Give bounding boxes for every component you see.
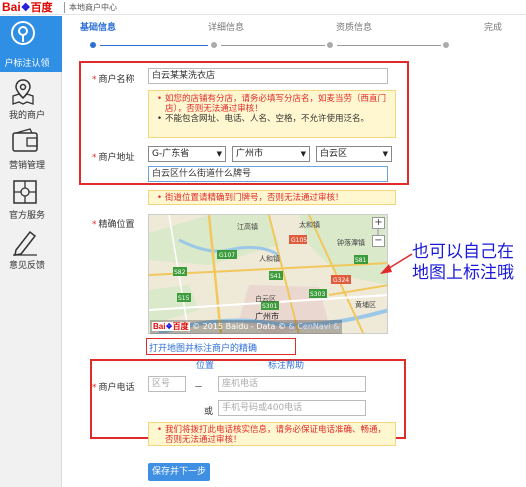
annotation-text: 也可以自己在地图上标注哦	[412, 242, 514, 283]
paw-icon: ❖	[20, 2, 31, 14]
landline-input[interactable]: 座机电话	[218, 376, 366, 392]
position-link[interactable]: 位置	[196, 358, 214, 371]
site-title: 本地商户中心	[64, 2, 117, 13]
road-tag-s81: S81	[355, 257, 367, 264]
name-warning-line-1: 如您的店铺有分店，请务必填写分店名，如麦当劳（西直门店），否则无法通过审核！	[157, 94, 389, 114]
street-address-input[interactable]: 白云区什么街道什么牌号	[148, 166, 388, 182]
step-basic-info: 基础信息	[80, 23, 117, 33]
sidebar-item-label: 营销管理	[8, 161, 45, 171]
step-detail-info: 详细信息	[208, 23, 245, 33]
sidebar-item-label: 官方服务	[8, 211, 45, 221]
sidebar-item-claim[interactable]: 户标注认领	[0, 16, 62, 72]
phone-label: * 商户电话	[92, 383, 135, 393]
location-label: * 精确位置	[92, 220, 135, 230]
label-help-link[interactable]: 标注帮助	[268, 358, 304, 371]
zoom-out-icon[interactable]: −	[372, 235, 385, 247]
road-tag-g107: G107	[219, 252, 235, 259]
map-canvas[interactable]: G105 G107 S82 G324 S303 S15 S41 S301 S81…	[149, 215, 388, 334]
location-pin-icon	[11, 21, 35, 45]
road-tag-s82: S82	[174, 269, 186, 276]
place-taihe: 太和镇	[299, 220, 320, 229]
top-bar: Bai❖百度 本地商户中心	[0, 0, 526, 15]
copyright-tail: & CenNavi &	[288, 322, 340, 331]
place-jianggao: 江高镇	[237, 222, 258, 231]
wallet-icon	[12, 128, 38, 152]
sidebar-item-service[interactable]: 官方服务	[0, 174, 62, 221]
name-warning: 如您的店铺有分店，请务必填写分店名，如麦当劳（西直门店），否则无法通过审核！ 不…	[148, 90, 396, 138]
road-tag-g324: G324	[333, 277, 349, 284]
area-code-input[interactable]: 区号	[148, 376, 186, 392]
road-tag-s41: S41	[270, 273, 282, 280]
phone-warning-line: 我们将拨打此电话核实信息，请务必保证电话准确、畅通，否则无法通过审核！	[157, 425, 389, 445]
step-dot-3	[327, 42, 333, 48]
phone-warning: 我们将拨打此电话核实信息，请务必保证电话准确、畅通，否则无法通过审核！	[148, 422, 396, 446]
district-select[interactable]: 白云区 ▼	[316, 146, 392, 162]
place-zhongluotan: 钟落潭镇	[337, 238, 365, 247]
road-tag-s15: S15	[178, 295, 190, 302]
sidebar-item-label: 我的商户	[8, 111, 45, 121]
save-next-button[interactable]: 保存并下一步	[148, 463, 210, 481]
zoom-in-icon[interactable]: +	[372, 217, 385, 229]
map-copyright: Bai❖百度 © 2015 Baidu - Data © & CenNavi &	[150, 320, 342, 334]
map-icon	[12, 79, 34, 105]
copyright-text: © 2015 Baidu - Data ©	[192, 322, 286, 331]
pencil-icon	[13, 230, 37, 256]
sidebar: 户标注认领 我的商户 营销管理 官方服务 意见反馈	[0, 16, 62, 487]
step-line-1	[100, 45, 208, 46]
logo-text-bai: Bai	[2, 0, 21, 14]
road-tag-g105: G105	[291, 237, 307, 244]
step-indicator: 基础信息 详细信息 资质信息 完成	[70, 18, 526, 52]
sidebar-item-marketing[interactable]: 营销管理	[0, 124, 62, 171]
baidu-logo[interactable]: Bai❖百度	[2, 0, 53, 14]
open-map-link[interactable]: 打开地图并标注商户的精确	[149, 341, 257, 354]
arrow-icon	[380, 253, 413, 274]
sidebar-item-feedback[interactable]: 意见反馈	[0, 224, 62, 271]
city-select[interactable]: 广州市 ▼	[232, 146, 310, 162]
step-dot-2	[211, 42, 217, 48]
name-label: * 商户名称	[92, 75, 135, 85]
sidebar-item-my-shop[interactable]: 我的商户	[0, 74, 62, 121]
step-line-3	[337, 45, 441, 46]
sidebar-item-label: 户标注认领	[4, 59, 50, 69]
road-tag-s301: S301	[262, 303, 277, 310]
service-icon	[13, 180, 37, 204]
road-tag-s303: S303	[310, 291, 325, 298]
address-warning: 街道位置请精确到门牌号，否则无法通过审核！	[148, 190, 396, 205]
map-zoom-control: + −	[372, 217, 385, 247]
sidebar-item-label: 意见反馈	[8, 261, 45, 271]
step-line-2	[221, 45, 325, 46]
address-warning-line: 街道位置请精确到门牌号，否则无法通过审核！	[157, 193, 389, 203]
logo-text-baidu: 百度	[30, 2, 53, 14]
dash-separator: －	[194, 383, 204, 393]
step-complete: 完成	[484, 23, 503, 33]
step-qualification: 资质信息	[336, 23, 373, 33]
place-renhe: 人和镇	[259, 254, 280, 263]
address-label: * 商户地址	[92, 153, 135, 163]
map-baidu-logo: Bai❖百度	[152, 322, 190, 331]
shop-name-input[interactable]: 白云某某洗衣店	[148, 68, 388, 84]
province-select[interactable]: G-广东省 ▼	[148, 146, 226, 162]
or-label: 或	[204, 407, 214, 417]
place-baiyun: 白云区	[255, 294, 276, 303]
mobile-input[interactable]: 手机号码或400电话	[218, 400, 366, 416]
place-huangpu: 黄埔区	[355, 300, 376, 309]
step-dot-4	[443, 42, 449, 48]
name-warning-line-2: 不能包含网址、电话、人名、空格，不允许使用泛名。	[157, 114, 389, 124]
map-view[interactable]: G105 G107 S82 G324 S303 S15 S41 S301 S81…	[148, 214, 388, 334]
step-dot-1	[90, 42, 96, 48]
